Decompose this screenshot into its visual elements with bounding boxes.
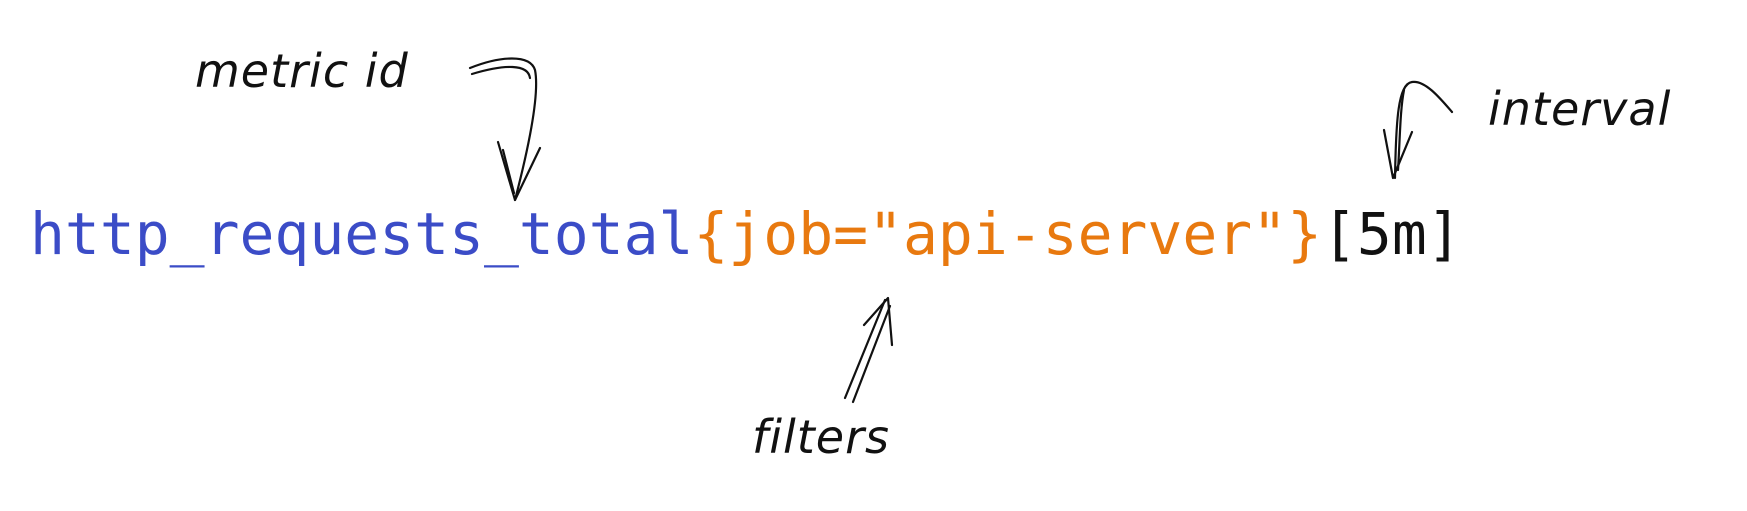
metric-arrow-icon bbox=[468, 57, 542, 202]
interval-arrow-icon bbox=[1382, 80, 1454, 180]
range-interval: [5m] bbox=[1322, 200, 1462, 268]
interval-annotation: interval bbox=[1488, 82, 1672, 136]
label-filter: {job="api-server"} bbox=[693, 200, 1323, 268]
metric-name: http_requests_total bbox=[30, 200, 694, 268]
filters-arrow-icon bbox=[843, 296, 894, 404]
filters-annotation: filters bbox=[752, 410, 890, 464]
metric-id-annotation: metric id bbox=[195, 44, 409, 98]
promql-query: http_requests_total{job="api-server"}[5m… bbox=[30, 205, 1462, 263]
promql-diagram: http_requests_total{job="api-server"}[5m… bbox=[0, 0, 1747, 511]
